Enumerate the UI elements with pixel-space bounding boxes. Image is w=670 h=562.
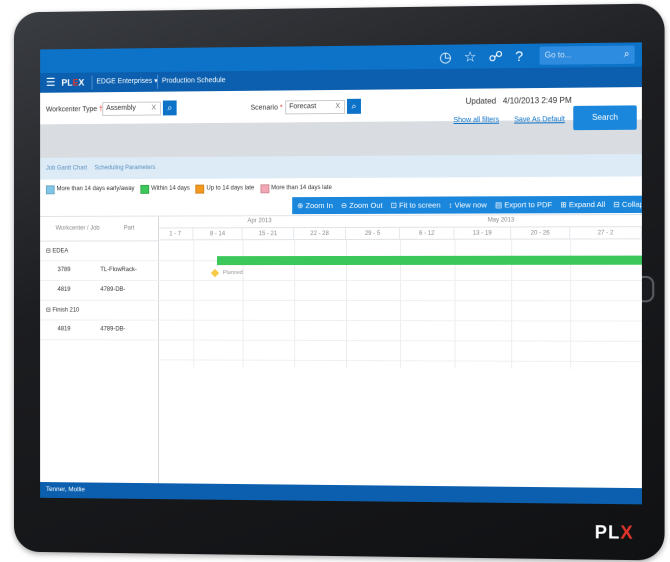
table-row[interactable]: ⊟ Finish 210 (40, 299, 158, 321)
clear-workcenter-icon[interactable]: X (151, 103, 156, 115)
week-header: 15 - 21 (242, 228, 295, 241)
week-header: 6 - 12 (400, 227, 455, 240)
menu-icon[interactable]: ☰ (46, 73, 56, 93)
fit-to-screen-button[interactable]: ⊡ Fit to screen (391, 197, 441, 214)
help-icon[interactable]: ? (515, 46, 523, 66)
view-now-button[interactable]: ↕ View now (449, 196, 487, 213)
action-band: Show all filters Save As Default Search (40, 105, 642, 158)
workcenter-label: Workcenter Type † (45, 106, 103, 114)
week-header: 8 - 14 (193, 228, 243, 241)
month-header: Apr 2013 (157, 215, 362, 229)
table-row[interactable]: ⊟ EDEA (40, 240, 158, 262)
month-header: May 2013 (361, 214, 642, 228)
tab-strip: Job Gantt Chart Scheduling Parameters (40, 154, 642, 180)
legend: More than 14 days early/away Within 14 d… (45, 182, 332, 195)
scenario-lookup-button[interactable]: ⌕ (346, 98, 361, 114)
scenario-field[interactable]: Forecast X (285, 99, 345, 115)
gantt-timeline: Apr 2013 May 2013 1 - 7 8 - 14 15 - 21 2… (157, 214, 642, 489)
tab-scheduling-parameters[interactable]: Scheduling Parameters (94, 157, 155, 179)
week-header: 29 - 5 (345, 227, 401, 240)
milestone-icon[interactable] (210, 268, 220, 278)
search-icon[interactable]: ⌕ (624, 46, 630, 64)
search-button[interactable]: Search (573, 105, 637, 131)
table-row[interactable]: 3789 TL-FlowRack- (40, 260, 158, 282)
legend-item: Up to 14 days late (195, 182, 254, 194)
gantt-bar[interactable] (216, 255, 642, 266)
zoom-in-button[interactable]: ⊕ Zoom In (297, 197, 333, 214)
show-all-filters-link[interactable]: Show all filters (453, 117, 499, 124)
week-header: 20 - 26 (511, 227, 571, 240)
legend-item: More than 14 days early/away (45, 183, 135, 195)
company-menu[interactable]: EDGE Enterprises ▾ (96, 72, 157, 92)
column-header: Part (123, 225, 135, 232)
device-logo: PLXEX (594, 522, 634, 543)
table-row[interactable]: 4819 4789-DB- (40, 280, 158, 301)
workcenter-field[interactable]: Assembly X (102, 101, 161, 116)
app-screen: ◷ ☆ ☍ ? Go to... ⌕ ☰ PLEX EDGE Enterpris… (40, 42, 642, 505)
scenario-label: Scenario * (250, 104, 283, 112)
table-row[interactable]: 4819 4789-DB- (40, 319, 158, 341)
export-pdf-button[interactable]: ▤ Export to PDF (495, 196, 552, 213)
gantt-left-columns: Workcenter / Job Part ⊟ EDEA 3789 TL-Flo… (40, 216, 159, 485)
legend-item: More than 14 days late (260, 182, 332, 194)
expand-all-button[interactable]: ⊞ Expand All (560, 196, 605, 213)
user-name[interactable]: Tenner, Mollie (46, 486, 85, 493)
week-header: 27 - 2 (570, 227, 642, 240)
week-header: 13 - 19 (454, 227, 512, 240)
workcenter-lookup-button[interactable]: ⌕ (162, 100, 177, 116)
link-icon[interactable]: ☍ (489, 46, 503, 66)
legend-item: Within 14 days (140, 183, 190, 195)
clock-icon[interactable]: ◷ (439, 47, 451, 67)
save-as-default-link[interactable]: Save As Default (514, 116, 565, 123)
zoom-out-button[interactable]: ⊖ Zoom Out (341, 197, 383, 214)
week-header: 22 - 28 (294, 227, 346, 241)
goto-search-input[interactable]: Go to... ⌕ (539, 45, 635, 65)
column-header: Workcenter / Job (55, 225, 100, 232)
gantt-toolbar: ⊕ Zoom In ⊖ Zoom Out ⊡ Fit to screen ↕ V… (292, 195, 642, 215)
app-logo[interactable]: PLEX (61, 73, 84, 93)
star-icon[interactable]: ☆ (464, 46, 477, 66)
updated-timestamp: Updated 4/10/2013 2:49 PM (465, 95, 572, 106)
planned-label: Planned (222, 270, 243, 277)
collapse-all-button[interactable]: ⊟ Collapse All (613, 196, 642, 213)
week-header: 1 - 7 (157, 228, 194, 241)
page-title: Production Schedule (161, 77, 226, 85)
gantt-chart: Workcenter / Job Part ⊟ EDEA 3789 TL-Flo… (40, 213, 642, 490)
clear-scenario-icon[interactable]: X (335, 101, 340, 113)
column-header-row: Workcenter / Job Part (40, 216, 158, 242)
tablet-frame: PLXEX ◷ ☆ ☍ ? Go to... ⌕ ☰ PLEX EDGE Ent… (13, 3, 665, 561)
tab-job-gantt-chart[interactable]: Job Gantt Chart (46, 158, 87, 180)
